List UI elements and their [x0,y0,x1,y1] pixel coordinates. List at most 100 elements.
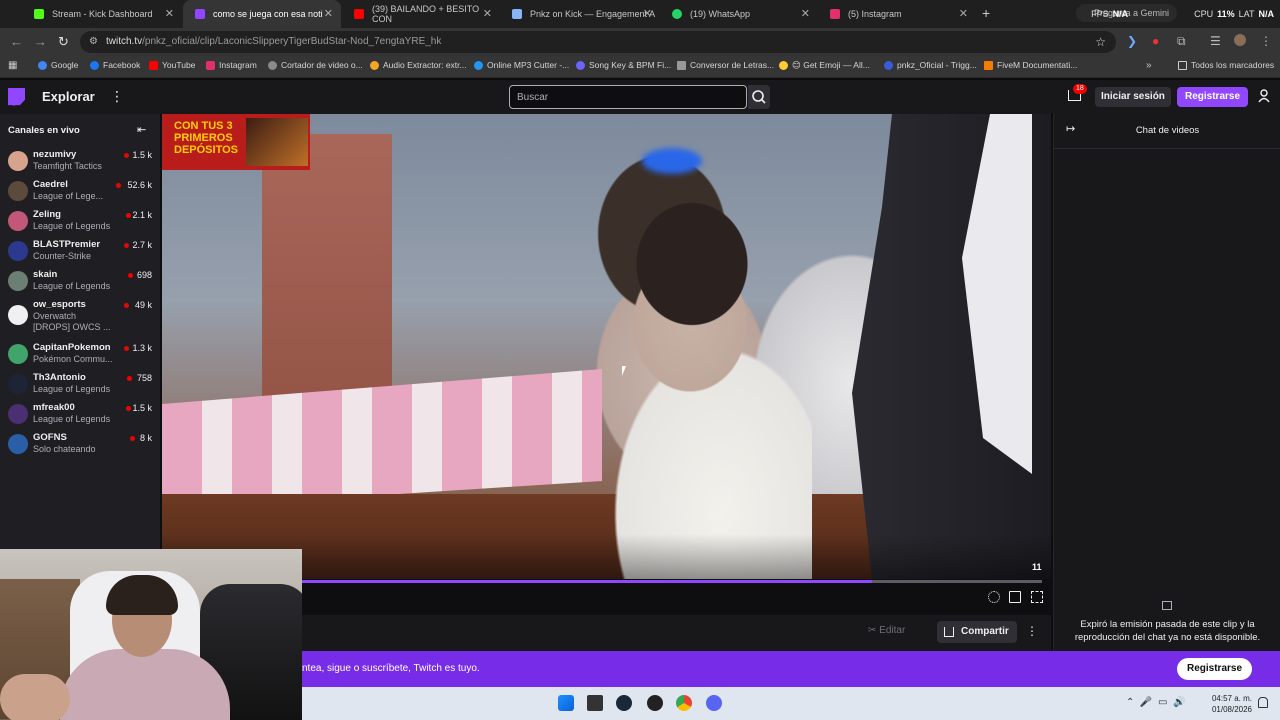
close-tab-icon[interactable]: ✕ [324,7,333,20]
tab-kick-dashboard[interactable]: Stream - Kick Dashboard ✕ [22,0,182,28]
channel-name: ow_esports [33,299,86,310]
more-options-icon[interactable]: ⋮ [110,88,124,105]
settings-gear-icon[interactable] [988,591,1000,603]
video-player[interactable]: CON TUS 3 PRIMEROS DEPÓSITOS 11 [162,114,1051,579]
live-dot-icon [126,213,131,218]
bookmark-song-key[interactable]: Song Key & BPM Fi... [576,60,671,70]
tab-twitch-clip[interactable]: como se juega con esa noti ✕ [183,0,341,28]
address-bar[interactable]: ⚙ twitch.tv/pnkz_oficial/clip/LaconicSli… [80,31,1116,53]
obs-icon[interactable] [647,695,663,711]
login-button[interactable]: Iniciar sesión [1095,87,1171,107]
bookmarks-bar: ▦ Google Facebook YouTube Instagram Cort… [0,56,1280,78]
bookmark-label: 😊 Get Emoji — All... [792,60,870,70]
explore-link[interactable]: Explorar [42,89,95,104]
notification-bell-icon[interactable] [1258,697,1268,708]
bookmark-video-cutter[interactable]: Cortador de video o... [268,60,363,70]
sidebar-channel-caedrel[interactable]: Caedrel League of Lege... 52.6 k [0,177,160,207]
signup-button[interactable]: Registrarse [1177,87,1249,107]
bookmark-facebook[interactable]: Facebook [90,60,140,70]
sidebar-channel-skain[interactable]: skain League of Legends 698 [0,267,160,297]
collapse-sidebar-icon[interactable]: ⇤ [137,123,146,136]
cpu-label: CPU [1194,9,1214,19]
taskbar-clock[interactable]: 04:57 a. m. 01/08/2026 [1202,693,1252,715]
close-tab-icon[interactable]: ✕ [165,7,174,20]
sidebar-channel-blastpremier[interactable]: BLASTPremier Counter-Strike 2.7 k [0,237,160,267]
progress-bar[interactable] [302,580,1042,583]
channel-game: Teamfight Tactics [33,161,102,171]
record-extension-icon[interactable]: ● [1152,34,1159,48]
all-bookmarks-folder[interactable]: Todos los marcadores [1178,60,1274,70]
reload-icon[interactable]: ↻ [58,34,69,50]
live-dot-icon [127,376,132,381]
start-windows-icon[interactable] [558,695,574,711]
close-tab-icon[interactable]: ✕ [959,7,968,20]
chrome-icon[interactable] [676,695,692,711]
tab-youtube[interactable]: (39) BAILANDO + BESITO CON ✕ [342,0,500,28]
more-bookmarks-icon[interactable]: » [1146,60,1152,71]
bookmark-youtube[interactable]: YouTube [149,60,195,70]
tab-pnkz-engagement[interactable]: Pnkz on Kick — Engagement A ✕ [500,0,660,28]
extension-icon[interactable]: ❯ [1127,34,1137,48]
user-icon[interactable] [1258,89,1270,103]
tab-title: (19) WhatsApp [690,9,751,19]
bookmark-conversor[interactable]: Conversor de Letras... [677,60,774,70]
task-view-icon[interactable] [587,695,603,711]
bookmark-mp3-cutter[interactable]: Online MP3 Cutter -... [474,60,569,70]
system-tray[interactable]: ⌃ 🎤 ▭ 🔊 [1126,697,1185,708]
site-info-icon[interactable]: ⚙ [89,36,98,47]
twitch-logo-icon[interactable] [8,88,25,106]
sidebar-channel-nezumivy[interactable]: nezumivy Teamfight Tactics 1.5 k [0,147,160,177]
fps-value: N/A [1112,9,1129,19]
share-button[interactable]: Compartir [937,621,1017,643]
channel-game: Overwatch [33,311,77,321]
viewer-count: 758 [136,373,152,383]
edit-clip-button[interactable]: ✂ Editar [868,625,905,636]
close-tab-icon[interactable]: ✕ [483,7,492,20]
sidebar-channel-gofns[interactable]: GOFNS Solo chateando 8 k [0,430,160,460]
url-text[interactable]: twitch.tv/pnkz_oficial/clip/LaconicSlipp… [106,36,441,47]
bookmark-star-icon[interactable]: ☆ [1095,35,1106,49]
bookmark-google[interactable]: Google [38,60,78,70]
extensions-puzzle-icon[interactable]: ⧉ [1177,34,1186,49]
profile-avatar[interactable] [1234,34,1246,46]
viewer-count: 1.5 k [132,150,152,160]
banner-signup-button[interactable]: Registrarse [1177,658,1253,680]
steam-icon[interactable] [616,695,632,711]
search-input[interactable] [510,86,746,108]
bookmark-get-emoji[interactable]: 😊 Get Emoji — All... [779,60,870,71]
bookmark-pnkz-trigger[interactable]: pnkz_Oficial - Trigg... [884,60,977,70]
engagement-favicon-icon [512,9,522,19]
theatre-mode-icon[interactable] [1009,591,1021,603]
sidebar-channel-capitanpokemon[interactable]: CapitanPokemon Pokémon Commu... 1.3 k [0,340,160,370]
sidebar-channel-zeling[interactable]: Zeling League of Legends 2.1 k [0,207,160,237]
tab-instagram[interactable]: (5) Instagram ✕ [818,0,976,28]
bookmark-audio-extractor[interactable]: Audio Extractor: extr... [370,60,467,70]
viewer-count: 8 k [139,433,152,443]
sidebar-channel-mfreak00[interactable]: mfreak00 League of Legends 1.5 k [0,400,160,430]
viewer-count: 49 k [134,300,152,310]
reading-list-icon[interactable]: ☰ [1210,34,1221,48]
youtube-icon [149,60,158,70]
close-tab-icon[interactable]: ✕ [801,7,810,20]
sidebar-channel-th3antonio[interactable]: Th3Antonio League of Legends 758 [0,370,160,400]
tab-whatsapp[interactable]: (19) WhatsApp ✕ [660,0,818,28]
chrome-menu-icon[interactable]: ⋮ [1260,34,1272,48]
forward-arrow-icon[interactable]: → [34,34,47,49]
sidebar-channel-ow-esports[interactable]: ow_esports Overwatch [DROPS] OWCS ... 49… [0,297,160,339]
apps-grid-icon[interactable]: ▦ [8,60,17,71]
discord-icon[interactable] [706,695,722,711]
clip-more-options-icon[interactable]: ⋮ [1026,624,1038,638]
fullscreen-icon[interactable] [1031,591,1043,603]
bookmark-label: Online MP3 Cutter -... [487,60,570,70]
close-tab-icon[interactable]: ✕ [643,7,652,20]
bookmark-fivem[interactable]: FiveM Documentati... [984,60,1077,70]
live-dot-icon [128,273,133,278]
search-field[interactable] [509,85,747,109]
bookmark-instagram[interactable]: Instagram [206,60,257,70]
twitch-favicon-icon [195,9,205,19]
avatar [8,181,28,201]
search-button[interactable] [748,85,770,109]
back-arrow-icon[interactable]: ← [10,34,23,49]
avatar [8,241,28,261]
new-tab-button[interactable]: + [982,5,990,21]
